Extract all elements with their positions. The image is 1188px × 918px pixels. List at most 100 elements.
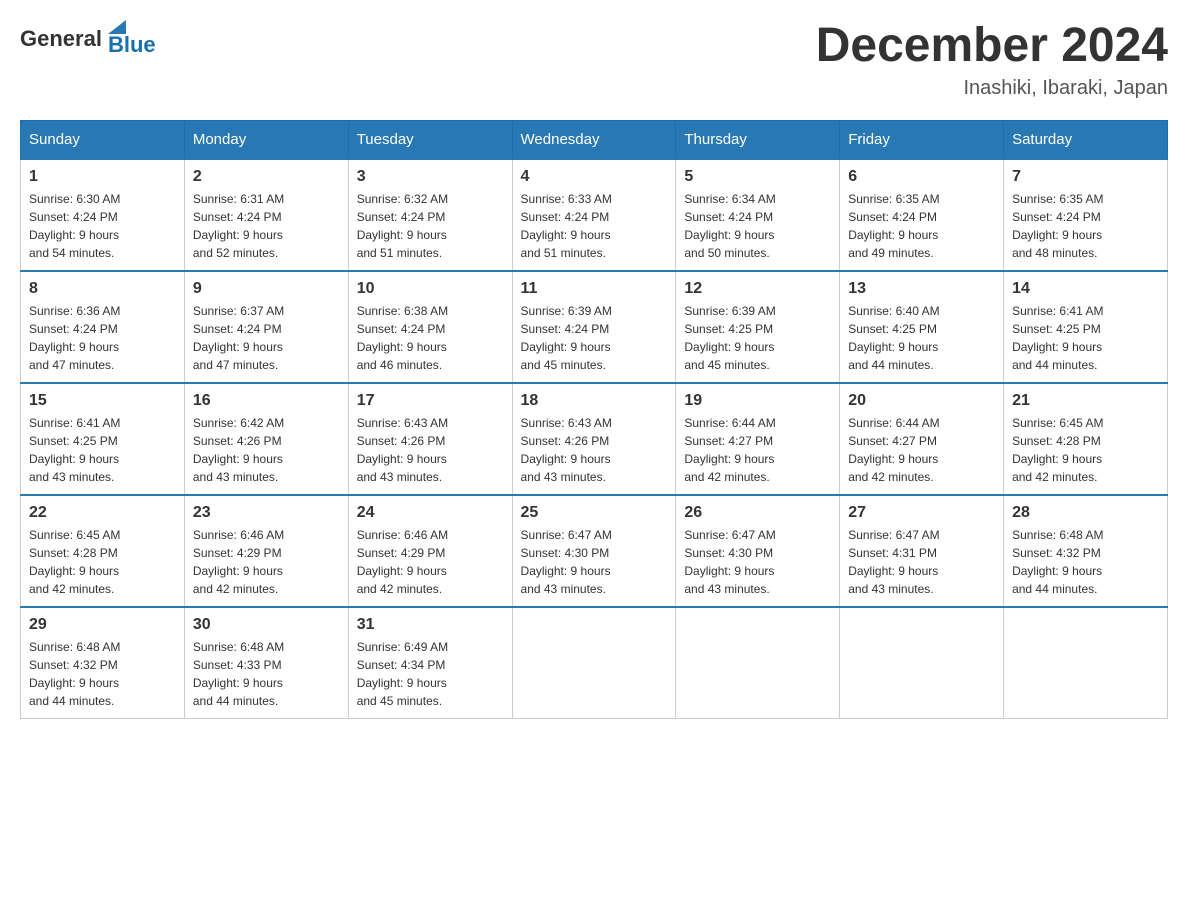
day-number: 16 bbox=[193, 392, 340, 410]
calendar-day-cell bbox=[512, 607, 676, 719]
calendar-header-friday: Friday bbox=[840, 120, 1004, 159]
calendar-day-cell: 4 Sunrise: 6:33 AMSunset: 4:24 PMDayligh… bbox=[512, 159, 676, 271]
calendar-header-saturday: Saturday bbox=[1004, 120, 1168, 159]
calendar-day-cell: 31 Sunrise: 6:49 AMSunset: 4:34 PMDaylig… bbox=[348, 607, 512, 719]
day-number: 4 bbox=[521, 168, 668, 186]
day-number: 9 bbox=[193, 280, 340, 298]
calendar-day-cell: 22 Sunrise: 6:45 AMSunset: 4:28 PMDaylig… bbox=[21, 495, 185, 607]
day-number: 10 bbox=[357, 280, 504, 298]
day-info: Sunrise: 6:40 AMSunset: 4:25 PMDaylight:… bbox=[848, 302, 995, 374]
day-info: Sunrise: 6:30 AMSunset: 4:24 PMDaylight:… bbox=[29, 190, 176, 262]
day-number: 5 bbox=[684, 168, 831, 186]
day-number: 24 bbox=[357, 504, 504, 522]
day-number: 31 bbox=[357, 616, 504, 634]
calendar-day-cell: 10 Sunrise: 6:38 AMSunset: 4:24 PMDaylig… bbox=[348, 271, 512, 383]
day-info: Sunrise: 6:43 AMSunset: 4:26 PMDaylight:… bbox=[357, 414, 504, 486]
day-number: 8 bbox=[29, 280, 176, 298]
calendar-day-cell: 24 Sunrise: 6:46 AMSunset: 4:29 PMDaylig… bbox=[348, 495, 512, 607]
calendar-day-cell: 6 Sunrise: 6:35 AMSunset: 4:24 PMDayligh… bbox=[840, 159, 1004, 271]
location: Inashiki, Ibaraki, Japan bbox=[816, 77, 1168, 100]
calendar-week-row: 15 Sunrise: 6:41 AMSunset: 4:25 PMDaylig… bbox=[21, 383, 1168, 495]
calendar-day-cell: 16 Sunrise: 6:42 AMSunset: 4:26 PMDaylig… bbox=[184, 383, 348, 495]
day-info: Sunrise: 6:36 AMSunset: 4:24 PMDaylight:… bbox=[29, 302, 176, 374]
calendar-day-cell: 18 Sunrise: 6:43 AMSunset: 4:26 PMDaylig… bbox=[512, 383, 676, 495]
calendar-day-cell: 12 Sunrise: 6:39 AMSunset: 4:25 PMDaylig… bbox=[676, 271, 840, 383]
day-number: 26 bbox=[684, 504, 831, 522]
month-title: December 2024 bbox=[816, 20, 1168, 73]
day-info: Sunrise: 6:48 AMSunset: 4:33 PMDaylight:… bbox=[193, 638, 340, 710]
calendar-day-cell: 15 Sunrise: 6:41 AMSunset: 4:25 PMDaylig… bbox=[21, 383, 185, 495]
day-info: Sunrise: 6:33 AMSunset: 4:24 PMDaylight:… bbox=[521, 190, 668, 262]
day-info: Sunrise: 6:46 AMSunset: 4:29 PMDaylight:… bbox=[357, 526, 504, 598]
calendar-header-sunday: Sunday bbox=[21, 120, 185, 159]
calendar-day-cell: 1 Sunrise: 6:30 AMSunset: 4:24 PMDayligh… bbox=[21, 159, 185, 271]
day-info: Sunrise: 6:37 AMSunset: 4:24 PMDaylight:… bbox=[193, 302, 340, 374]
day-info: Sunrise: 6:41 AMSunset: 4:25 PMDaylight:… bbox=[29, 414, 176, 486]
day-number: 15 bbox=[29, 392, 176, 410]
logo: General Blue bbox=[20, 20, 156, 58]
day-number: 18 bbox=[521, 392, 668, 410]
calendar-day-cell: 27 Sunrise: 6:47 AMSunset: 4:31 PMDaylig… bbox=[840, 495, 1004, 607]
day-info: Sunrise: 6:39 AMSunset: 4:24 PMDaylight:… bbox=[521, 302, 668, 374]
calendar-day-cell bbox=[840, 607, 1004, 719]
day-info: Sunrise: 6:31 AMSunset: 4:24 PMDaylight:… bbox=[193, 190, 340, 262]
day-number: 7 bbox=[1012, 168, 1159, 186]
day-info: Sunrise: 6:45 AMSunset: 4:28 PMDaylight:… bbox=[29, 526, 176, 598]
calendar-header-row: SundayMondayTuesdayWednesdayThursdayFrid… bbox=[21, 120, 1168, 159]
calendar-day-cell bbox=[1004, 607, 1168, 719]
calendar-header-monday: Monday bbox=[184, 120, 348, 159]
day-number: 22 bbox=[29, 504, 176, 522]
calendar-day-cell: 30 Sunrise: 6:48 AMSunset: 4:33 PMDaylig… bbox=[184, 607, 348, 719]
day-number: 27 bbox=[848, 504, 995, 522]
title-section: December 2024 Inashiki, Ibaraki, Japan bbox=[816, 20, 1168, 100]
day-number: 25 bbox=[521, 504, 668, 522]
day-number: 12 bbox=[684, 280, 831, 298]
day-number: 14 bbox=[1012, 280, 1159, 298]
day-info: Sunrise: 6:41 AMSunset: 4:25 PMDaylight:… bbox=[1012, 302, 1159, 374]
calendar-week-row: 22 Sunrise: 6:45 AMSunset: 4:28 PMDaylig… bbox=[21, 495, 1168, 607]
day-info: Sunrise: 6:47 AMSunset: 4:30 PMDaylight:… bbox=[521, 526, 668, 598]
day-info: Sunrise: 6:32 AMSunset: 4:24 PMDaylight:… bbox=[357, 190, 504, 262]
calendar-day-cell: 29 Sunrise: 6:48 AMSunset: 4:32 PMDaylig… bbox=[21, 607, 185, 719]
calendar-day-cell: 20 Sunrise: 6:44 AMSunset: 4:27 PMDaylig… bbox=[840, 383, 1004, 495]
calendar-header-wednesday: Wednesday bbox=[512, 120, 676, 159]
day-info: Sunrise: 6:39 AMSunset: 4:25 PMDaylight:… bbox=[684, 302, 831, 374]
calendar-day-cell: 28 Sunrise: 6:48 AMSunset: 4:32 PMDaylig… bbox=[1004, 495, 1168, 607]
day-info: Sunrise: 6:49 AMSunset: 4:34 PMDaylight:… bbox=[357, 638, 504, 710]
day-number: 2 bbox=[193, 168, 340, 186]
calendar-day-cell: 11 Sunrise: 6:39 AMSunset: 4:24 PMDaylig… bbox=[512, 271, 676, 383]
calendar-day-cell: 14 Sunrise: 6:41 AMSunset: 4:25 PMDaylig… bbox=[1004, 271, 1168, 383]
calendar-day-cell bbox=[676, 607, 840, 719]
day-number: 21 bbox=[1012, 392, 1159, 410]
day-number: 19 bbox=[684, 392, 831, 410]
day-number: 6 bbox=[848, 168, 995, 186]
calendar-week-row: 29 Sunrise: 6:48 AMSunset: 4:32 PMDaylig… bbox=[21, 607, 1168, 719]
day-number: 29 bbox=[29, 616, 176, 634]
calendar-day-cell: 8 Sunrise: 6:36 AMSunset: 4:24 PMDayligh… bbox=[21, 271, 185, 383]
day-info: Sunrise: 6:44 AMSunset: 4:27 PMDaylight:… bbox=[848, 414, 995, 486]
page-header: General Blue December 2024 Inashiki, Iba… bbox=[20, 20, 1168, 100]
calendar-day-cell: 2 Sunrise: 6:31 AMSunset: 4:24 PMDayligh… bbox=[184, 159, 348, 271]
day-info: Sunrise: 6:47 AMSunset: 4:30 PMDaylight:… bbox=[684, 526, 831, 598]
day-info: Sunrise: 6:45 AMSunset: 4:28 PMDaylight:… bbox=[1012, 414, 1159, 486]
calendar-day-cell: 13 Sunrise: 6:40 AMSunset: 4:25 PMDaylig… bbox=[840, 271, 1004, 383]
calendar-day-cell: 7 Sunrise: 6:35 AMSunset: 4:24 PMDayligh… bbox=[1004, 159, 1168, 271]
calendar-day-cell: 17 Sunrise: 6:43 AMSunset: 4:26 PMDaylig… bbox=[348, 383, 512, 495]
day-info: Sunrise: 6:42 AMSunset: 4:26 PMDaylight:… bbox=[193, 414, 340, 486]
day-number: 11 bbox=[521, 280, 668, 298]
logo-blue: Blue bbox=[108, 32, 156, 58]
day-number: 23 bbox=[193, 504, 340, 522]
day-info: Sunrise: 6:48 AMSunset: 4:32 PMDaylight:… bbox=[29, 638, 176, 710]
calendar-day-cell: 3 Sunrise: 6:32 AMSunset: 4:24 PMDayligh… bbox=[348, 159, 512, 271]
calendar-day-cell: 21 Sunrise: 6:45 AMSunset: 4:28 PMDaylig… bbox=[1004, 383, 1168, 495]
day-info: Sunrise: 6:44 AMSunset: 4:27 PMDaylight:… bbox=[684, 414, 831, 486]
calendar-table: SundayMondayTuesdayWednesdayThursdayFrid… bbox=[20, 120, 1168, 719]
day-number: 13 bbox=[848, 280, 995, 298]
day-info: Sunrise: 6:48 AMSunset: 4:32 PMDaylight:… bbox=[1012, 526, 1159, 598]
calendar-header-thursday: Thursday bbox=[676, 120, 840, 159]
day-info: Sunrise: 6:43 AMSunset: 4:26 PMDaylight:… bbox=[521, 414, 668, 486]
calendar-day-cell: 26 Sunrise: 6:47 AMSunset: 4:30 PMDaylig… bbox=[676, 495, 840, 607]
calendar-day-cell: 5 Sunrise: 6:34 AMSunset: 4:24 PMDayligh… bbox=[676, 159, 840, 271]
day-info: Sunrise: 6:38 AMSunset: 4:24 PMDaylight:… bbox=[357, 302, 504, 374]
day-number: 20 bbox=[848, 392, 995, 410]
